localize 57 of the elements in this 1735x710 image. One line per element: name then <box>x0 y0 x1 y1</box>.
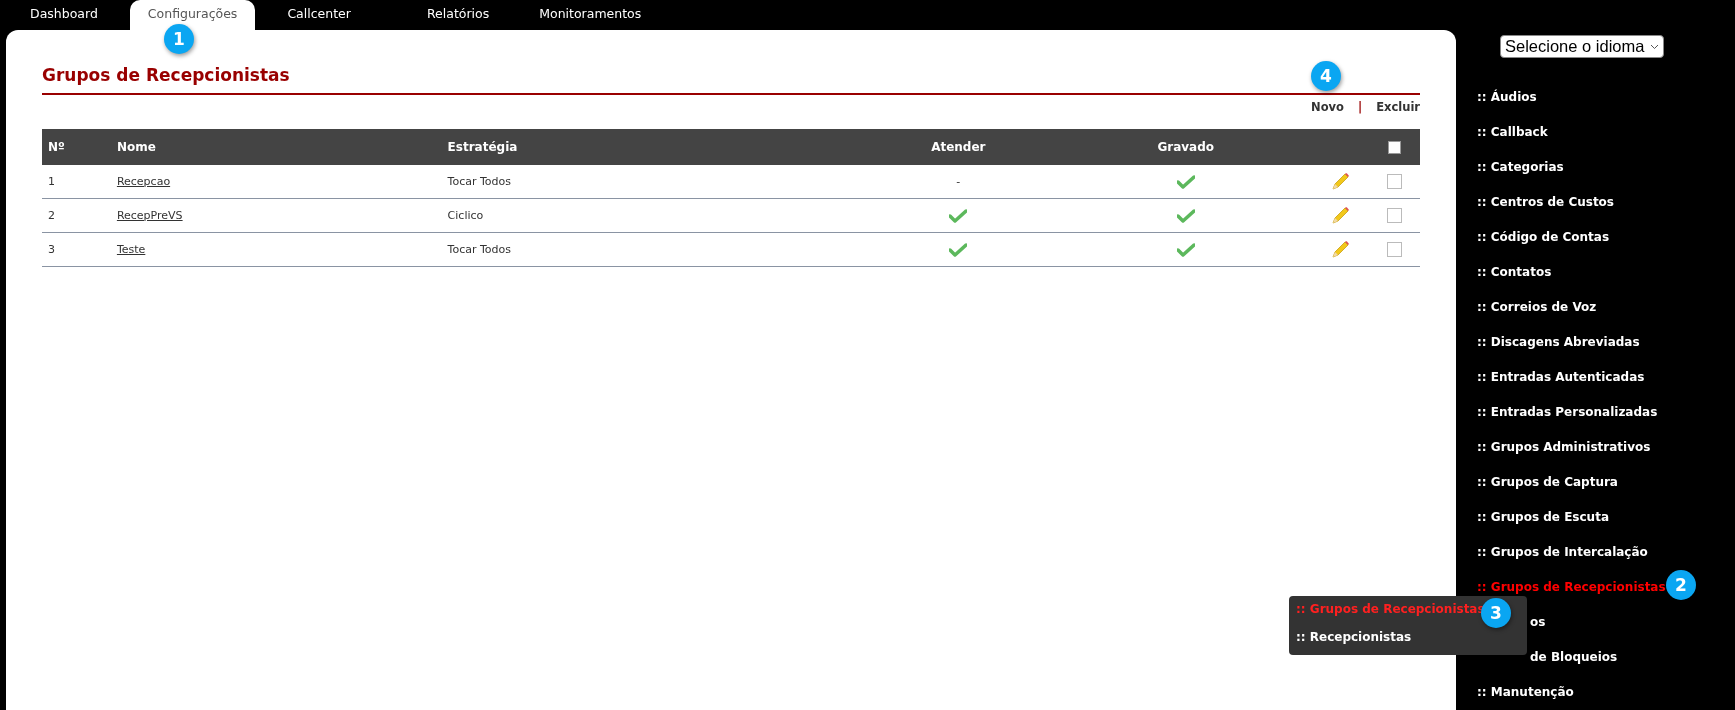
nav-tab[interactable]: Monitoramentos <box>521 0 660 30</box>
nav-tab[interactable]: Dashboard <box>12 0 116 30</box>
pencil-icon[interactable] <box>1329 171 1350 192</box>
sidebar-item[interactable]: :: Contatos <box>1477 265 1552 280</box>
row-checkbox[interactable] <box>1387 242 1403 257</box>
check-icon <box>949 242 968 257</box>
check-icon <box>1176 242 1195 257</box>
table-cell: 2 <box>48 209 55 222</box>
sidebar-item[interactable]: os <box>1530 615 1546 630</box>
table-cell: - <box>956 175 961 188</box>
sidebar-item[interactable]: :: Entradas Personalizadas <box>1477 405 1658 420</box>
table-cell: 1 <box>48 175 55 188</box>
table-cell: Ciclico <box>447 209 484 222</box>
nav-tab[interactable]: Callcenter <box>269 0 369 30</box>
sidebar-item[interactable]: :: Grupos de Escuta <box>1477 510 1609 525</box>
nav-tab[interactable]: Relatórios <box>408 0 508 30</box>
sidebar-item[interactable]: :: Callback <box>1477 125 1548 140</box>
row-checkbox[interactable] <box>1387 208 1403 223</box>
new-link[interactable]: Novo <box>1311 100 1344 114</box>
separator: | <box>1357 100 1363 114</box>
sidebar-item[interactable]: :: Categorias <box>1477 160 1564 175</box>
sidebar-item[interactable]: de Bloqueios <box>1530 650 1618 665</box>
table-cell: Tocar Todos <box>447 243 512 256</box>
sidebar-item[interactable]: :: Correios de Voz <box>1477 300 1597 315</box>
column-header: Estratégia <box>441 129 855 165</box>
column-header: Nº <box>42 129 111 165</box>
check-icon <box>1176 208 1195 223</box>
sidebar-item[interactable]: :: Centros de Custos <box>1477 195 1614 210</box>
group-name-link[interactable]: Teste <box>116 243 146 256</box>
sidebar-item[interactable]: :: Discagens Abreviadas <box>1477 335 1640 350</box>
table-cell: Tocar Todos <box>447 175 512 188</box>
sidebar-item[interactable]: :: Áudios <box>1477 90 1537 105</box>
pencil-icon[interactable] <box>1329 239 1350 260</box>
delete-link[interactable]: Excluir <box>1376 100 1420 114</box>
check-icon <box>1176 174 1195 189</box>
row-checkbox[interactable] <box>1387 174 1403 189</box>
sidebar-item[interactable]: :: Grupos de Intercalação <box>1477 545 1648 560</box>
submenu-item[interactable]: :: Recepcionistas <box>1289 620 1412 655</box>
nav-tab[interactable]: Configurações <box>129 0 256 30</box>
sidebar-item[interactable]: :: Grupos Administrativos <box>1477 440 1651 455</box>
sidebar-item[interactable]: :: Manutenção <box>1477 685 1574 700</box>
sidebar-item[interactable]: :: Grupos de Recepcionistas <box>1477 580 1666 595</box>
language-select[interactable]: Selecione o idioma <box>1500 35 1665 58</box>
sidebar-item[interactable]: :: Entradas Autenticadas <box>1477 370 1645 385</box>
step-number-badge: 2 <box>1666 570 1696 600</box>
sidebar-item[interactable]: :: Código de Contas <box>1477 230 1610 245</box>
select-all-checkbox[interactable] <box>1388 141 1402 154</box>
column-header: Gravado <box>1061 129 1310 165</box>
pencil-icon[interactable] <box>1329 205 1350 226</box>
sidebar-item[interactable]: :: Grupos de Captura <box>1477 475 1618 490</box>
column-header: Nome <box>110 129 442 165</box>
column-header: Atender <box>855 129 1062 165</box>
group-name-link[interactable]: RecepPreVS <box>116 209 183 222</box>
group-name-link[interactable]: Recepcao <box>116 175 171 188</box>
check-icon <box>949 208 968 223</box>
table-cell: 3 <box>48 243 55 256</box>
chevron-down-icon <box>1650 43 1660 50</box>
